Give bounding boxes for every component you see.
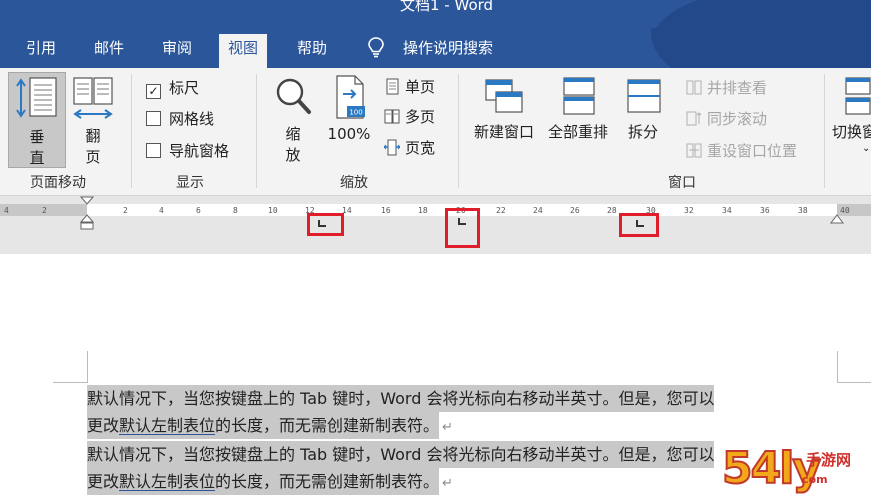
group-label-window: 窗口	[668, 175, 696, 191]
lightbulb-icon[interactable]	[368, 37, 384, 59]
vertical-scroll-icon	[16, 77, 57, 118]
group-separator	[256, 74, 257, 188]
reset-window-position-button[interactable]: 重设窗口位置	[686, 140, 797, 162]
ribbon: 垂 直 翻 页 页面移动 ✓ 标尺 网格线 导航窗格 显示 缩 放 100 10…	[0, 68, 871, 196]
arrange-all-icon	[563, 77, 595, 115]
group-label-zoom: 缩放	[340, 175, 368, 191]
group-separator	[131, 74, 132, 188]
split-button[interactable]: 拆分	[618, 74, 668, 154]
window-title: 文档1 - Word	[400, 0, 494, 14]
paragraph[interactable]: 默认情况下，当您按键盘上的 Tab 键时，Word 会将光标向右移动半英寸。但是…	[87, 385, 715, 441]
reset-position-icon	[686, 143, 702, 158]
group-label-page-movement: 页面移动	[30, 175, 86, 191]
sync-scrolling-icon	[686, 111, 702, 126]
tabbar-decoration	[651, 28, 871, 68]
one-page-icon	[386, 78, 399, 95]
page-width-button[interactable]: 页宽	[384, 137, 435, 159]
left-tab-stop-icon[interactable]	[636, 220, 644, 227]
title-decoration	[651, 0, 871, 28]
tab-references[interactable]: 引用	[17, 36, 65, 68]
gridlines-checkbox[interactable]: 网格线	[146, 109, 214, 129]
side-by-side-icon	[686, 80, 702, 95]
page-width-icon	[384, 139, 400, 156]
multiple-pages-button[interactable]: 多页	[384, 106, 435, 128]
group-separator	[824, 74, 825, 188]
navigation-pane-checkbox[interactable]: 导航窗格	[146, 141, 229, 161]
hanging-indent-marker[interactable]	[80, 214, 94, 232]
view-side-by-side-button[interactable]: 并排查看	[686, 77, 767, 99]
tab-review[interactable]: 审阅	[153, 36, 201, 68]
chevron-down-icon: ⌄	[862, 143, 871, 154]
switch-windows-button[interactable]: 切换窗 ⌄	[828, 74, 871, 170]
tab-help[interactable]: 帮助	[288, 36, 336, 68]
page-corner-mark	[87, 351, 88, 383]
default-tab-link: 默认左制表位	[119, 416, 216, 435]
tab-mailings[interactable]: 邮件	[85, 36, 133, 68]
arrange-all-button[interactable]: 全部重排	[542, 74, 614, 154]
site-watermark-logo: 54ly 手游网 com	[721, 442, 852, 495]
one-page-button[interactable]: 单页	[384, 76, 435, 98]
side-to-side-icon	[73, 77, 113, 119]
left-tab-stop-icon[interactable]	[318, 220, 326, 227]
tab-view[interactable]: 视图	[219, 34, 268, 68]
default-tab-link: 默认左制表位	[119, 472, 216, 491]
group-separator	[458, 74, 459, 188]
new-window-button[interactable]: 新建窗口	[468, 74, 540, 154]
split-icon	[627, 79, 661, 113]
magnifier-icon	[276, 78, 311, 114]
side-to-side-button[interactable]: 翻 页	[68, 72, 118, 168]
ruler-scale: 4 2 2 4 6 8 10 12 14 16 18 20 22 24 26 2…	[0, 204, 871, 216]
sync-scrolling-button[interactable]: 同步滚动	[686, 108, 767, 130]
zoom-100-icon: 100	[336, 75, 365, 119]
group-label-show: 显示	[176, 175, 204, 191]
title-bar: 文档1 - Word	[0, 0, 871, 28]
checkmark-icon: ✓	[146, 84, 161, 99]
ruler-checkbox[interactable]: ✓ 标尺	[146, 78, 199, 99]
zoom-button[interactable]: 缩 放	[268, 74, 318, 170]
page-corner-mark	[837, 351, 838, 383]
paragraph-mark-icon: ↵	[442, 420, 453, 435]
left-tab-stop-icon[interactable]	[458, 218, 466, 225]
svg-text:100: 100	[349, 109, 362, 117]
horizontal-ruler[interactable]: 4 2 2 4 6 8 10 12 14 16 18 20 22 24 26 2…	[0, 196, 871, 254]
tell-me-search[interactable]: 操作说明搜索	[394, 36, 502, 68]
new-window-icon	[485, 79, 523, 113]
multiple-pages-icon	[384, 109, 400, 124]
switch-windows-icon	[845, 77, 871, 115]
vertical-button[interactable]: 垂 直	[8, 72, 66, 168]
paragraph[interactable]: 默认情况下，当您按键盘上的 Tab 键时，Word 会将光标向右移动半英寸。但是…	[87, 441, 715, 497]
page-corner-mark	[53, 382, 88, 383]
paragraph-mark-icon: ↵	[442, 476, 453, 491]
ribbon-tab-bar: 引用 邮件 审阅 视图 帮助 操作说明搜索	[0, 28, 871, 68]
right-indent-marker[interactable]	[830, 214, 844, 226]
page-corner-mark	[837, 382, 871, 383]
tab-stop-highlight	[445, 208, 480, 248]
zoom-100-button[interactable]: 100 100%	[322, 74, 376, 154]
